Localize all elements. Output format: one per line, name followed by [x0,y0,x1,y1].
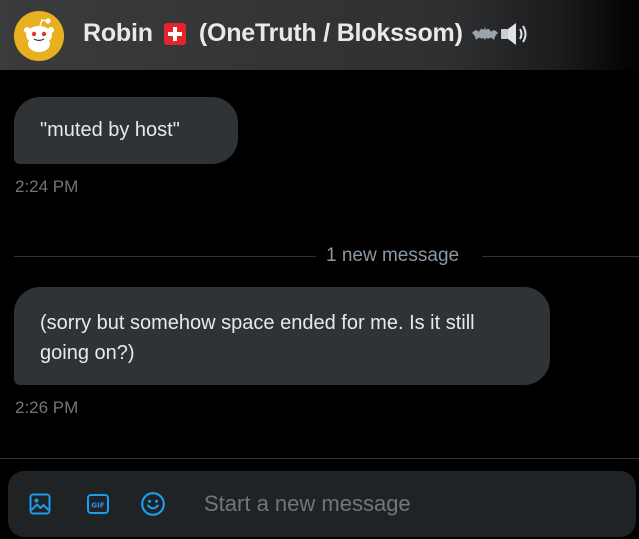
message-composer: GIF [8,471,636,537]
emoji-icon[interactable] [139,490,167,518]
avatar[interactable] [14,11,64,61]
gif-icon[interactable]: GIF [84,490,112,518]
message-text: "muted by host" [40,119,180,141]
divider-line [482,256,639,257]
conversation-title: Robin (OneTruth / Blokssom) [83,19,531,48]
message-timestamp: 2:24 PM [15,177,79,196]
message-timestamp: 2:26 PM [15,398,79,417]
message-bubble[interactable]: "muted by host" [14,97,238,164]
speaker-icon [500,22,527,45]
message-input[interactable] [204,485,614,523]
message-text: (sorry but somehow space ended for me. I… [40,312,475,364]
divider-line [14,256,316,257]
bat-icon [471,26,498,41]
contact-affiliation: (OneTruth / Blokssom) [198,19,463,47]
media-icon[interactable] [26,490,54,518]
snoo-avatar-icon [14,11,64,61]
svg-text:GIF: GIF [91,502,104,510]
new-message-divider: 1 new message [326,245,460,266]
composer-divider [0,458,639,459]
swiss-flag-icon [163,22,186,45]
contact-name: Robin [83,19,153,47]
conversation-header: Robin (OneTruth / Blokssom) [0,0,639,70]
message-bubble[interactable]: (sorry but somehow space ended for me. I… [14,287,550,385]
